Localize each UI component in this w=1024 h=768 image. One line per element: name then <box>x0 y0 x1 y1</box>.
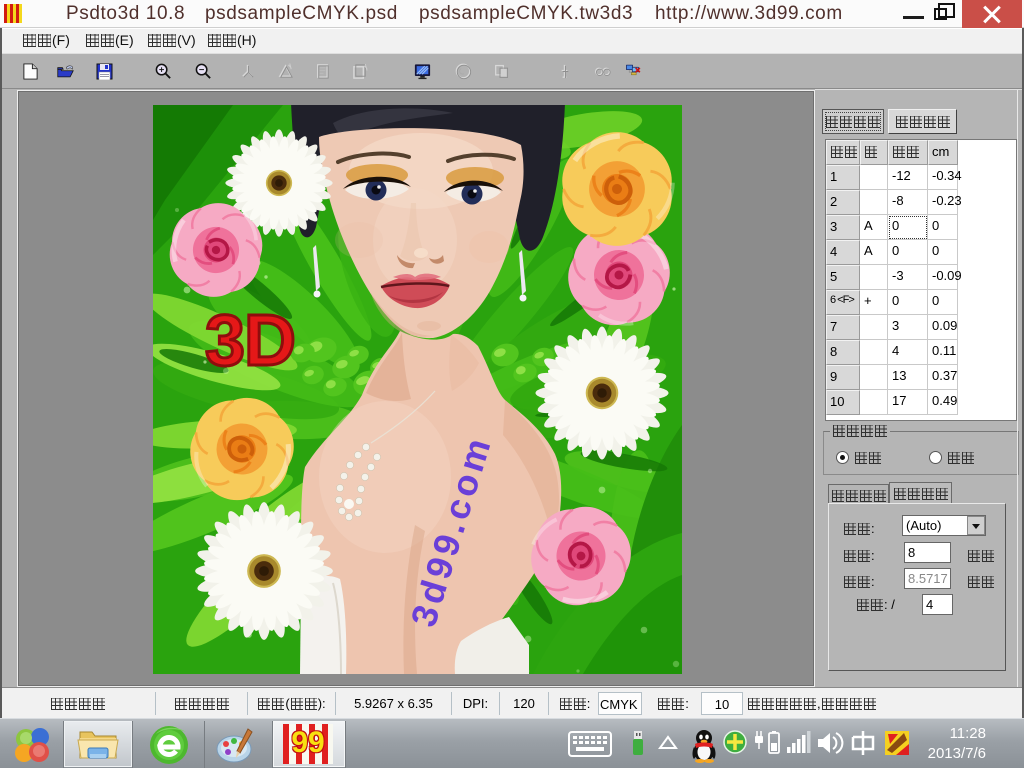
svg-text:3D: 3D <box>205 301 295 381</box>
